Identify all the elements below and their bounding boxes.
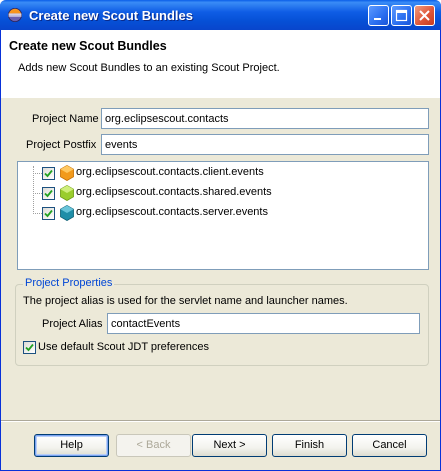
page-title: Create new Scout Bundles bbox=[9, 39, 167, 53]
cancel-button[interactable]: Cancel bbox=[352, 434, 427, 457]
eclipse-icon bbox=[8, 8, 22, 22]
page-description: Adds new Scout Bundles to an existing Sc… bbox=[18, 62, 280, 74]
project-alias-input[interactable] bbox=[107, 313, 420, 334]
project-alias-label: Project Alias bbox=[42, 318, 103, 330]
back-button[interactable]: < Back bbox=[116, 434, 191, 457]
minimize-button[interactable] bbox=[368, 5, 389, 26]
project-postfix-input[interactable] bbox=[101, 134, 429, 155]
group-title: Project Properties bbox=[23, 277, 115, 289]
shared-bundle-icon bbox=[60, 185, 74, 201]
client-bundle-icon bbox=[60, 165, 74, 181]
bundle-checkbox-client[interactable] bbox=[42, 167, 55, 180]
tree-connector bbox=[33, 193, 42, 194]
maximize-icon bbox=[395, 9, 408, 22]
bundle-label-shared: org.eclipsescout.contacts.shared.events bbox=[76, 186, 272, 198]
checkmark-icon bbox=[44, 169, 53, 178]
finish-button[interactable]: Finish bbox=[272, 434, 347, 457]
bundle-checkbox-shared[interactable] bbox=[42, 187, 55, 200]
tree-connector bbox=[33, 173, 42, 174]
next-button[interactable]: Next > bbox=[192, 434, 267, 457]
bundle-tree[interactable]: org.eclipsescout.contacts.client.events … bbox=[17, 161, 429, 270]
project-properties-group: Project Properties The project alias is … bbox=[15, 277, 429, 366]
jdt-preferences-label[interactable]: Use default Scout JDT preferences bbox=[38, 341, 209, 353]
project-name-label: Project Name bbox=[32, 113, 99, 125]
tree-connector bbox=[33, 213, 42, 214]
checkmark-icon bbox=[44, 209, 53, 218]
project-name-input[interactable] bbox=[101, 108, 429, 129]
bundle-label-server: org.eclipsescout.contacts.server.events bbox=[76, 206, 268, 218]
checkmark-icon bbox=[44, 189, 53, 198]
bundle-row-client[interactable]: org.eclipsescout.contacts.client.events bbox=[18, 163, 418, 183]
wizard-header: Create new Scout Bundles Adds new Scout … bbox=[1, 30, 440, 98]
window-title: Create new Scout Bundles bbox=[29, 8, 193, 23]
close-icon bbox=[419, 10, 430, 21]
button-bar-divider-highlight bbox=[1, 421, 440, 422]
bundle-row-server[interactable]: org.eclipsescout.contacts.server.events bbox=[18, 203, 418, 223]
close-button[interactable] bbox=[414, 5, 435, 26]
bundle-checkbox-server[interactable] bbox=[42, 207, 55, 220]
jdt-preferences-checkbox[interactable] bbox=[23, 341, 36, 354]
help-button[interactable]: Help bbox=[34, 434, 109, 457]
bundle-label-client: org.eclipsescout.contacts.client.events bbox=[76, 166, 264, 178]
minimize-icon bbox=[374, 18, 381, 20]
server-bundle-icon bbox=[60, 205, 74, 221]
alias-description: The project alias is used for the servle… bbox=[23, 295, 348, 307]
wizard-window: Create new Scout Bundles Create new Scou… bbox=[0, 0, 441, 471]
bundle-row-shared[interactable]: org.eclipsescout.contacts.shared.events bbox=[18, 183, 418, 203]
project-postfix-label: Project Postfix bbox=[26, 139, 97, 151]
header-divider bbox=[1, 97, 440, 98]
maximize-button[interactable] bbox=[391, 5, 412, 26]
title-bar[interactable]: Create new Scout Bundles bbox=[0, 0, 441, 30]
checkmark-icon bbox=[25, 343, 34, 352]
